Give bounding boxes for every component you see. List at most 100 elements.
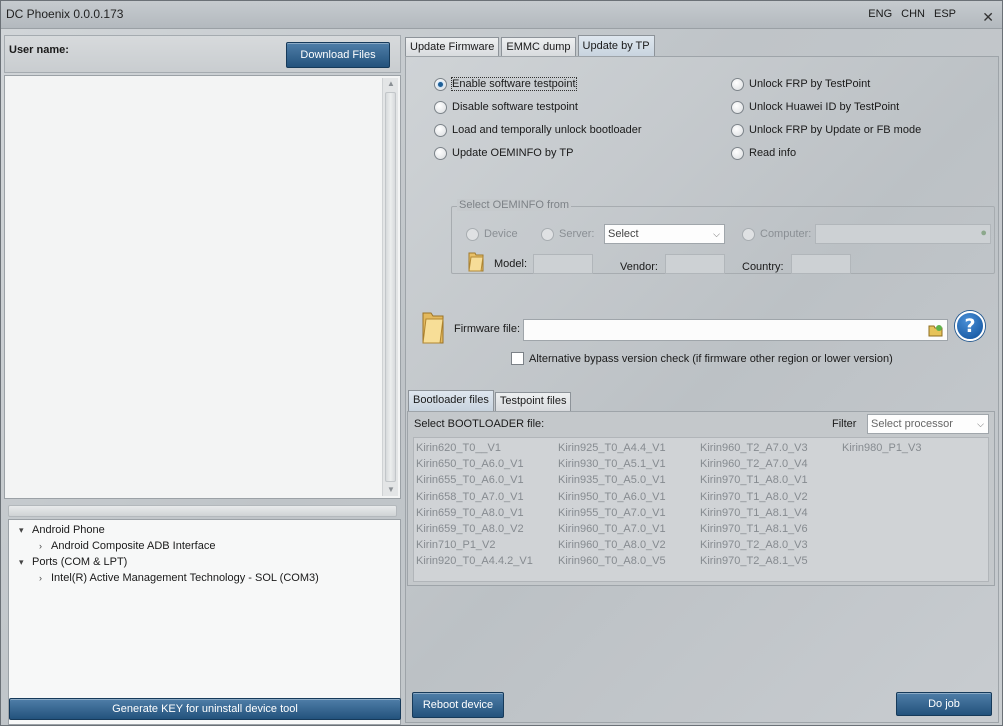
radio-disable-testpoint[interactable]: Disable software testpoint — [434, 99, 578, 115]
scroll-thumb[interactable] — [385, 92, 396, 482]
tree-node-com3[interactable]: › Intel(R) Active Management Technology … — [9, 570, 400, 586]
file-item[interactable]: Kirin930_T0_A5.1_V1 — [558, 456, 666, 472]
firmware-folder-icon[interactable] — [420, 309, 446, 345]
chevron-right-icon[interactable]: › — [39, 570, 49, 586]
app-window: DC Phoenix 0.0.0.173 ENG CHN ESP ✕ User … — [0, 0, 1003, 726]
file-item[interactable]: Kirin980_P1_V3 — [842, 440, 922, 456]
radio-unlock-bootloader[interactable]: Load and temporally unlock bootloader — [434, 122, 642, 138]
radio-oeminfo-device[interactable]: Device — [466, 226, 518, 242]
file-item[interactable]: Kirin658_T0_A7.0_V1 — [416, 489, 533, 505]
help-icon[interactable]: ? — [955, 311, 985, 341]
vendor-field[interactable] — [665, 254, 725, 274]
file-item[interactable]: Kirin960_T0_A8.0_V5 — [558, 553, 666, 569]
bootloader-file-list[interactable]: Kirin620_T0__V1 Kirin650_T0_A6.0_V1 Kiri… — [413, 437, 989, 582]
file-item[interactable]: Kirin659_T0_A8.0_V2 — [416, 521, 533, 537]
tree-node-android-phone[interactable]: ▾ Android Phone — [9, 522, 400, 538]
browse-folder-icon[interactable] — [928, 322, 944, 341]
file-item[interactable]: Kirin970_T2_A8.0_V3 — [700, 537, 808, 553]
file-item[interactable]: Kirin925_T0_A4.4_V1 — [558, 440, 666, 456]
reboot-device-button[interactable]: Reboot device — [412, 692, 504, 718]
tab-update-firmware[interactable]: Update Firmware — [405, 37, 500, 57]
computer-path-field[interactable]: ● — [815, 224, 991, 244]
country-field[interactable] — [791, 254, 851, 274]
file-item[interactable]: Kirin970_T1_A8.1_V6 — [700, 521, 808, 537]
language-switcher: ENG CHN ESP — [868, 8, 956, 20]
lang-esp[interactable]: ESP — [934, 8, 956, 20]
lang-chn[interactable]: CHN — [901, 8, 925, 20]
file-item[interactable]: Kirin970_T2_A8.1_V5 — [700, 553, 808, 569]
processor-filter-value: Select processor — [871, 418, 953, 430]
model-field[interactable] — [533, 254, 593, 274]
radio-oeminfo-server[interactable]: Server: — [541, 226, 594, 242]
file-item[interactable]: Kirin960_T2_A7.0_V4 — [700, 456, 808, 472]
country-label: Country: — [742, 261, 784, 273]
tab-content: Enable software testpoint Disable softwa… — [405, 56, 999, 723]
bypass-version-label: Alternative bypass version check (if fir… — [529, 352, 893, 365]
server-select[interactable]: Select ⌵ — [604, 224, 725, 244]
file-item[interactable]: Kirin960_T2_A7.0_V3 — [700, 440, 808, 456]
file-item[interactable]: Kirin655_T0_A6.0_V1 — [416, 472, 533, 488]
file-item[interactable]: Kirin960_T0_A8.0_V2 — [558, 537, 666, 553]
file-item[interactable]: Kirin935_T0_A5.0_V1 — [558, 472, 666, 488]
tab-testpoint-files[interactable]: Testpoint files — [494, 392, 572, 411]
filter-label: Filter — [832, 418, 857, 430]
file-item[interactable]: Kirin620_T0__V1 — [416, 440, 533, 456]
radio-indicator — [731, 100, 744, 114]
radio-unlock-frp-tp[interactable]: Unlock FRP by TestPoint — [731, 76, 870, 92]
file-item[interactable]: Kirin650_T0_A6.0_V1 — [416, 456, 533, 472]
file-column: Kirin620_T0__V1 Kirin650_T0_A6.0_V1 Kiri… — [416, 440, 533, 570]
radio-label: Read info — [749, 147, 797, 159]
file-item[interactable]: Kirin950_T0_A6.0_V1 — [558, 489, 666, 505]
file-item[interactable]: Kirin970_T1_A8.0_V2 — [700, 489, 808, 505]
scroll-up-icon[interactable]: ▲ — [383, 78, 399, 90]
bypass-version-checkbox[interactable]: Alternative bypass version check (if fir… — [511, 352, 893, 365]
tree-node-label: Android Phone — [32, 524, 105, 536]
radio-read-info[interactable]: Read info — [731, 145, 796, 161]
panel-splitter[interactable] — [8, 505, 397, 517]
radio-label: Computer: — [760, 228, 812, 240]
radio-unlock-huawei-id[interactable]: Unlock Huawei ID by TestPoint — [731, 99, 899, 115]
download-files-button[interactable]: Download Files — [286, 42, 390, 68]
tab-bootloader-files[interactable]: Bootloader files — [408, 390, 494, 411]
radio-oeminfo-computer[interactable]: Computer: — [742, 226, 811, 242]
model-label: Model: — [494, 258, 528, 270]
radio-label: Load and temporally unlock bootloader — [452, 124, 642, 136]
radio-indicator — [466, 227, 479, 241]
chevron-down-icon: ⌵ — [977, 419, 984, 429]
chevron-down-icon[interactable]: ▾ — [19, 522, 29, 538]
right-panel: Update Firmware EMMC dump Update by TP E… — [405, 35, 999, 723]
user-name-label: User name: — [9, 44, 69, 56]
file-item[interactable]: Kirin970_T1_A8.1_V4 — [700, 505, 808, 521]
scroll-down-icon[interactable]: ▼ — [383, 484, 399, 496]
radio-unlock-frp-update[interactable]: Unlock FRP by Update or FB mode — [731, 122, 921, 138]
close-icon[interactable]: ✕ — [982, 9, 994, 26]
select-bootloader-label: Select BOOTLOADER file: — [414, 418, 545, 430]
generate-key-button[interactable]: Generate KEY for uninstall device tool — [9, 698, 401, 720]
folder-icon[interactable] — [467, 250, 485, 272]
open-file-icon[interactable]: ● — [980, 227, 987, 239]
firmware-file-input[interactable] — [523, 319, 948, 341]
tree-node-adb-interface[interactable]: › Android Composite ADB Interface — [9, 538, 400, 554]
processor-filter-select[interactable]: Select processor ⌵ — [867, 414, 989, 434]
file-item[interactable]: Kirin970_T1_A8.0_V1 — [700, 472, 808, 488]
tab-emmc-dump[interactable]: EMMC dump — [501, 37, 576, 57]
bootloader-files-panel: Select BOOTLOADER file: Filter Select pr… — [407, 411, 995, 586]
file-item[interactable]: Kirin955_T0_A7.0_V1 — [558, 505, 666, 521]
file-item[interactable]: Kirin920_T0_A4.4.2_V1 — [416, 553, 533, 569]
chevron-down-icon[interactable]: ▾ — [19, 554, 29, 570]
file-column: Kirin960_T2_A7.0_V3 Kirin960_T2_A7.0_V4 … — [700, 440, 808, 570]
chevron-right-icon[interactable]: › — [39, 538, 49, 554]
file-item[interactable]: Kirin659_T0_A8.0_V1 — [416, 505, 533, 521]
oeminfo-group: Select OEMINFO from Device Server: Selec… — [451, 199, 995, 274]
lang-eng[interactable]: ENG — [868, 8, 892, 20]
file-item[interactable]: Kirin710_P1_V2 — [416, 537, 533, 553]
file-item[interactable]: Kirin960_T0_A7.0_V1 — [558, 521, 666, 537]
left-panel: User name: Download Files ▲ ▼ ▾ Android … — [4, 35, 401, 725]
log-scrollbar[interactable]: ▲ ▼ — [382, 78, 398, 496]
do-job-button[interactable]: Do job — [896, 692, 992, 716]
tab-update-by-tp[interactable]: Update by TP — [577, 35, 655, 57]
radio-enable-testpoint[interactable]: Enable software testpoint — [434, 76, 577, 92]
server-select-value: Select — [608, 228, 639, 240]
tree-node-ports[interactable]: ▾ Ports (COM & LPT) — [9, 554, 400, 570]
radio-update-oeminfo[interactable]: Update OEMINFO by TP — [434, 145, 573, 161]
